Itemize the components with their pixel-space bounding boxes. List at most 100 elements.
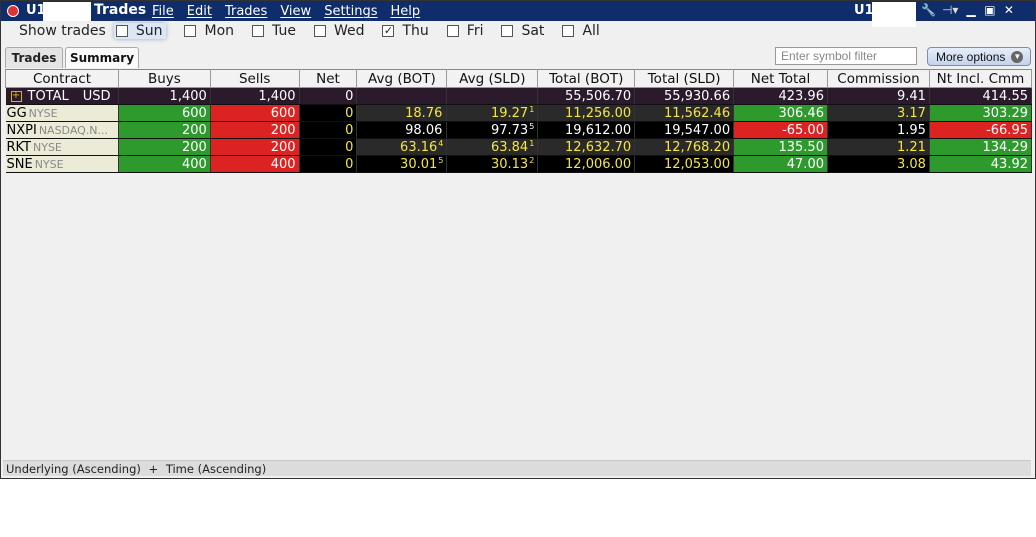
- sells-cell: 200: [210, 138, 300, 156]
- avg-bot-cell: 98.06: [356, 121, 448, 139]
- avg-sld-sup: 1: [529, 105, 535, 114]
- symbol: RKT: [6, 139, 32, 155]
- more-options-label: More options: [936, 49, 1006, 64]
- expand-icon[interactable]: +: [10, 90, 22, 102]
- sort-primary: Underlying (Ascending): [6, 462, 141, 476]
- minimize-icon[interactable]: ▁: [964, 3, 977, 17]
- exchange: NASDAQ.N...: [38, 123, 109, 137]
- day-wed-label: Wed: [333, 23, 365, 39]
- col-total-sld[interactable]: Total (SLD): [634, 69, 735, 88]
- total-bot-cell: 19,612.00: [537, 121, 636, 139]
- sells-cell: 600: [210, 104, 300, 122]
- day-sat[interactable]: Sat: [501, 23, 544, 39]
- avg-bot-cell: 63.164: [356, 138, 448, 156]
- menu-edit[interactable]: Edit: [187, 4, 212, 19]
- commission-cell: 1.21: [827, 138, 930, 156]
- commission-cell: 3.08: [827, 155, 930, 173]
- avg-sld-sup: 2: [529, 156, 535, 165]
- avg-bot-cell: 30.015: [356, 155, 448, 173]
- col-avg-bot[interactable]: Avg (BOT): [356, 69, 448, 88]
- checkbox-all[interactable]: [562, 25, 575, 37]
- contract-cell: GG NYSE: [5, 104, 119, 122]
- more-options-button[interactable]: More options ▼: [927, 47, 1031, 66]
- summary-grid: Contract Buys Sells Net Avg (BOT) Avg (S…: [5, 69, 1033, 461]
- tab-trades[interactable]: Trades: [5, 47, 63, 68]
- pin-icon[interactable]: ⊣▾: [942, 3, 958, 17]
- checkbox-sat[interactable]: [501, 25, 514, 37]
- sort-status-bar: Underlying (Ascending) + Time (Ascending…: [3, 460, 1031, 476]
- wrench-icon[interactable]: 🔧: [921, 3, 936, 17]
- total-sld-cell: 12,768.20: [634, 138, 735, 156]
- symbol-filter-input[interactable]: Enter symbol filter: [775, 47, 917, 65]
- col-net[interactable]: Net: [298, 69, 358, 88]
- sells-cell: 400: [210, 155, 300, 173]
- checkbox-tue[interactable]: [252, 25, 265, 37]
- checkbox-wed[interactable]: [313, 25, 326, 37]
- close-icon[interactable]: ✕: [1002, 3, 1015, 17]
- sells-cell: 200: [210, 121, 300, 139]
- menu-settings[interactable]: Settings: [324, 4, 377, 19]
- day-all[interactable]: All: [562, 23, 600, 39]
- col-contract[interactable]: Contract: [5, 69, 119, 88]
- checkbox-thu[interactable]: ✓: [382, 25, 395, 37]
- total-bot-cell: 11,256.00: [537, 104, 636, 122]
- exchange: NYSE: [28, 106, 58, 120]
- day-all-label: All: [582, 23, 600, 39]
- tab-summary[interactable]: Summary: [65, 47, 139, 68]
- checkbox-mon[interactable]: [184, 25, 197, 37]
- day-fri[interactable]: Fri: [446, 23, 483, 39]
- net-total-cell: 306.46: [733, 104, 828, 122]
- buys-cell: 200: [118, 121, 211, 139]
- total-total-bot: 55,506.70: [537, 87, 636, 105]
- total-commission: 9.41: [827, 87, 930, 105]
- menu-trades[interactable]: Trades: [225, 4, 267, 19]
- day-mon-label: Mon: [204, 23, 235, 39]
- col-net-total[interactable]: Net Total: [733, 69, 828, 88]
- sort-plus: +: [148, 462, 159, 476]
- col-buys[interactable]: Buys: [117, 69, 211, 88]
- title-bar[interactable]: U1 Trades File Edit Trades View Settings…: [1, 1, 1035, 27]
- nt-incl-cell: -66.95: [929, 121, 1033, 139]
- total-buys: 1,400: [118, 87, 211, 105]
- total-row[interactable]: + TOTAL USD 1,400 1,400 0 55,506.70 55,930…: [5, 87, 1033, 105]
- day-tue[interactable]: Tue: [252, 23, 296, 39]
- avg-sld-value: 19.27: [490, 106, 529, 121]
- menu-help[interactable]: Help: [391, 4, 421, 19]
- day-wed[interactable]: Wed: [313, 23, 365, 39]
- net-total-cell: -65.00: [733, 121, 828, 139]
- table-row-nxpi[interactable]: NXPI NASDAQ.N... 200 200 0 98.06 97.735 1…: [5, 121, 1033, 139]
- day-sun[interactable]: Sun: [113, 23, 167, 39]
- col-total-bot[interactable]: Total (BOT): [537, 69, 636, 88]
- menu-view[interactable]: View: [280, 4, 311, 19]
- total-currency: USD: [82, 88, 111, 104]
- nt-incl-cell: 43.92: [929, 155, 1033, 173]
- total-avg-bot: [356, 87, 448, 105]
- total-total-sld: 55,930.66: [634, 87, 735, 105]
- day-thu[interactable]: ✓ Thu: [382, 23, 429, 39]
- maximize-icon[interactable]: ▣: [983, 3, 996, 17]
- total-bot-cell: 12,632.70: [537, 138, 636, 156]
- checkbox-sun[interactable]: [115, 25, 128, 37]
- net-cell: 0: [299, 121, 358, 139]
- total-label: TOTAL: [27, 88, 69, 104]
- col-commission[interactable]: Commission: [826, 69, 930, 88]
- nt-incl-cell: 134.29: [929, 138, 1033, 156]
- col-nt-incl-cmm[interactable]: Nt Incl. Cmm: [928, 69, 1033, 88]
- contract-cell: RKT NYSE: [5, 138, 119, 156]
- table-row-gg[interactable]: GG NYSE 600 600 0 18.76 19.271 11,256.00 …: [5, 104, 1033, 122]
- summary-table: Contract Buys Sells Net Avg (BOT) Avg (S…: [5, 69, 1033, 173]
- checkbox-fri[interactable]: [446, 25, 459, 37]
- col-avg-sld[interactable]: Avg (SLD): [446, 69, 539, 88]
- nt-incl-cell: 303.29: [929, 104, 1033, 122]
- contract-cell: SNE NYSE: [5, 155, 119, 173]
- menu-file[interactable]: File: [152, 4, 174, 19]
- avg-bot-value: 18.76: [405, 106, 443, 121]
- app-logo-icon: [7, 5, 19, 17]
- exchange: NYSE: [33, 140, 62, 154]
- table-row-sne[interactable]: SNE NYSE 400 400 0 30.015 30.132 12,006.0…: [5, 155, 1033, 173]
- col-sells[interactable]: Sells: [209, 69, 300, 88]
- table-row-rkt[interactable]: RKT NYSE 200 200 0 63.164 63.841 12,632.7…: [5, 138, 1033, 156]
- titlebar-controls: 🔧 ⊣▾ ▁ ▣ ✕: [921, 3, 1015, 17]
- exchange: NYSE: [34, 157, 64, 171]
- day-mon[interactable]: Mon: [184, 23, 234, 39]
